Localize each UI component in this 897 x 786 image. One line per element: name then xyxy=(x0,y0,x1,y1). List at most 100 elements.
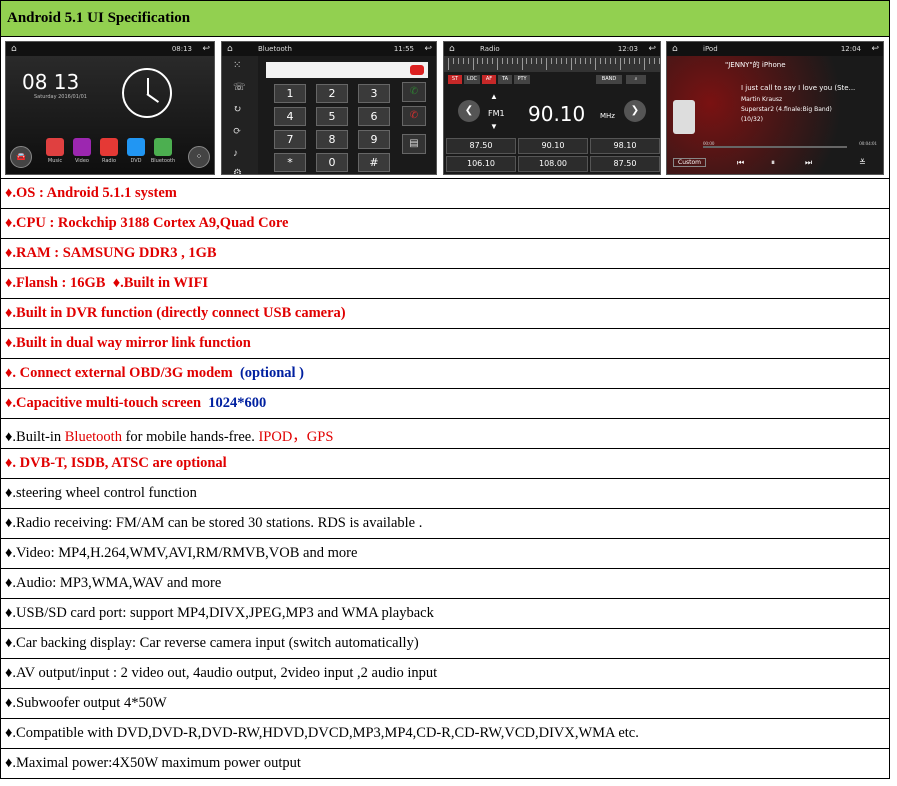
spec-text: ♦.Flansh : 16GB ♦.Built in WIFI xyxy=(5,275,209,291)
keypad-key: 9 xyxy=(358,130,390,149)
band-button: BAND xyxy=(596,75,622,84)
preset-button: 90.10 xyxy=(518,138,588,154)
pty-button: PTY xyxy=(514,75,530,84)
digital-clock: 08 13 xyxy=(22,70,80,94)
keypad-key: 0 xyxy=(316,153,348,172)
spec-row: ♦.Car backing display: Car reverse camer… xyxy=(1,629,889,659)
af-button: AF xyxy=(482,75,496,84)
dialpad-icon: ⁙ xyxy=(233,60,242,71)
preset-button: 108.00 xyxy=(518,156,588,172)
bluetooth-sidebar: ⁙ ☏ ↻ ⟳ ♪ ⚙ xyxy=(222,56,258,174)
spec-row: ♦.OS : Android 5.1.1 system xyxy=(1,179,889,209)
frequency-scale xyxy=(444,56,660,72)
home-icon: ⌂ xyxy=(11,44,17,54)
keypad-key: 3 xyxy=(358,84,390,103)
prev-station-icon: ❮ xyxy=(458,100,480,122)
app-label: Radio xyxy=(101,158,117,164)
screen-title: Radio xyxy=(480,45,500,53)
spec-row: ♦.Built in dual way mirror link function xyxy=(1,329,889,359)
transfer-icon: ▤ xyxy=(402,134,426,154)
spec-text: ♦.Audio: MP3,WMA,WAV and more xyxy=(5,575,222,591)
sync-icon: ⟳ xyxy=(233,126,242,137)
spec-text: ♦.Capacitive multi-touch screen xyxy=(5,395,209,411)
keypad-key: 1 xyxy=(274,84,306,103)
spec-text: ♦.Built in DVR function (directly connec… xyxy=(5,305,346,321)
back-icon: ↩ xyxy=(648,44,656,54)
frequency-readout: 90.10 xyxy=(528,102,586,126)
search-icon: ⌕ xyxy=(626,75,646,84)
equalizer-icon: ≚ xyxy=(859,158,866,167)
spec-text: ♦.steering wheel control function xyxy=(5,485,197,501)
ipod-screen-shot: ⌂ iPod 12:04 ↩ "JENNY"的 iPhone I just ca… xyxy=(666,41,884,175)
spec-text: ♦.Compatible with DVD,DVD-R,DVD-RW,HDVD,… xyxy=(5,725,639,741)
spec-row: ♦. Connect external OBD/3G modem (option… xyxy=(1,359,889,389)
spec-list: ♦.OS : Android 5.1.1 system ♦.CPU : Rockc… xyxy=(1,179,889,779)
spec-row: ♦.Compatible with DVD,DVD-R,DVD-RW,HDVD,… xyxy=(1,719,889,749)
spec-row: ♦.RAM : SAMSUNG DDR3 , 1GB xyxy=(1,239,889,269)
next-station-icon: ❯ xyxy=(624,100,646,122)
song-artist: Martin Krausz xyxy=(741,96,783,103)
status-time: 08:13 xyxy=(171,45,192,53)
previous-icon: ⏮ xyxy=(737,158,745,167)
spec-text: ♦.Car backing display: Car reverse camer… xyxy=(5,635,419,651)
spec-row: ♦.Built in DVR function (directly connec… xyxy=(1,299,889,329)
home-icon: ⌂ xyxy=(672,44,678,54)
status-time: 12:03 xyxy=(617,45,638,53)
spec-row: ♦.Flansh : 16GB ♦.Built in WIFI xyxy=(1,269,889,299)
ipod-device-icon xyxy=(673,100,695,134)
spec-text: ♦.Maximal power:4X50W maximum power outp… xyxy=(5,755,301,771)
music-icon: ♪ xyxy=(233,148,238,159)
spec-text: (optional ) xyxy=(239,365,304,381)
status-bar: ⌂ Bluetooth 11:55 ↩ xyxy=(222,42,436,56)
tune-down-icon: ▼ xyxy=(490,122,498,131)
spec-text: Bluetooth xyxy=(64,429,122,445)
hangup-icon: ✆ xyxy=(402,106,426,126)
loc-button: LOC xyxy=(464,75,480,84)
keypad-key: 2 xyxy=(316,84,348,103)
spec-row: ♦.CPU : Rockchip 3188 Cortex A9,Quad Cor… xyxy=(1,209,889,239)
spec-row: ♦.Audio: MP3,WMA,WAV and more xyxy=(1,569,889,599)
spec-row: ♦.AV output/input : 2 video out, 4audio … xyxy=(1,659,889,689)
tune-up-icon: ▲ xyxy=(490,92,498,101)
keypad-key: # xyxy=(358,153,390,172)
contacts-icon: ☏ xyxy=(233,82,246,93)
progress-bar xyxy=(703,146,847,148)
dial-display xyxy=(266,62,428,78)
status-time: 11:55 xyxy=(393,45,414,53)
spec-text: ♦.AV output/input : 2 video out, 4audio … xyxy=(5,665,438,681)
home-icon: ⌂ xyxy=(449,44,455,54)
screen-title: Bluetooth xyxy=(258,45,292,53)
preset-button: 106.10 xyxy=(446,156,516,172)
spec-title: Android 5.1 UI Specification xyxy=(1,0,889,37)
spec-row: ♦.USB/SD card port: support MP4,DIVX,JPE… xyxy=(1,599,889,629)
ipod-background xyxy=(667,56,883,174)
ta-button: TA xyxy=(498,75,512,84)
status-bar: ⌂ 08:13 ↩ xyxy=(6,42,214,56)
spec-text: ♦.OS : Android 5.1.1 system xyxy=(5,185,177,201)
spec-text: ♦. DVB-T, ISDB, ATSC are optional xyxy=(5,455,227,471)
song-album: Superstar2 (4.finale:Big Band) xyxy=(741,106,832,113)
app-label: DVD xyxy=(130,158,142,164)
st-button: ST xyxy=(448,75,462,84)
spec-row: ♦. DVB-T, ISDB, ATSC are optional xyxy=(1,449,889,479)
radio-app-icon xyxy=(100,138,118,156)
total-time: 00:04:01 xyxy=(859,142,877,147)
preset-button: 87.50 xyxy=(590,156,660,172)
delete-icon xyxy=(410,65,424,75)
screen-title: iPod xyxy=(703,45,718,53)
radio-screen-shot: ⌂ Radio 12:03 ↩ ST LOC AF TA PTY BAND ⌕ … xyxy=(443,41,661,175)
spec-row: ♦.Subwoofer output 4*50W xyxy=(1,689,889,719)
preset-button: 87.50 xyxy=(446,138,516,154)
call-log-icon: ↻ xyxy=(233,104,242,115)
car-icon: 🚘 xyxy=(10,146,32,168)
song-title: I just call to say I love you (Ste... xyxy=(741,84,856,92)
spec-text: ♦.Video: MP4,H.264,WMV,AVI,RM/RMVB,VOB a… xyxy=(5,545,358,561)
spec-text: ♦.USB/SD card port: support MP4,DIVX,JPE… xyxy=(5,605,434,621)
settings-icon: ⚙ xyxy=(233,168,242,175)
custom-button: Custom xyxy=(673,158,706,167)
spec-text: ♦.CPU : Rockchip 3188 Cortex A9,Quad Cor… xyxy=(5,215,289,231)
spec-text: 1024*600 xyxy=(208,395,267,411)
home-screen-shot: ⌂ 08:13 ↩ 08 13 Saturday 2016/01/01 🚘 Mu… xyxy=(5,41,215,175)
spec-row: ♦.Capacitive multi-touch screen 1024*600 xyxy=(1,389,889,419)
device-name: "JENNY"的 iPhone xyxy=(725,61,786,69)
